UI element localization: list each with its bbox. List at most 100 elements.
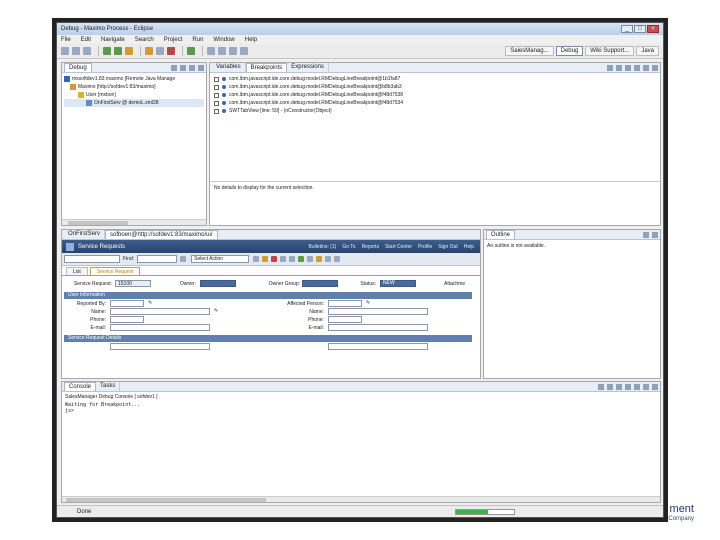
affected-name-field[interactable] [328,308,428,315]
service-request-field[interactable]: 15100 [115,280,151,287]
tree-item[interactable]: mxsoftdev1.83 maximo [Remote Java Manage [64,75,204,83]
clear-icon[interactable] [271,256,278,262]
console-output[interactable]: Waiting for Breakpoint... js> [62,402,660,414]
forward-icon[interactable] [240,47,248,55]
horizontal-scrollbar[interactable] [62,219,206,225]
show-supported-icon[interactable] [625,64,631,71]
breakpoint-checkbox[interactable] [214,108,219,114]
menu-help[interactable]: Help [245,37,257,43]
view-menu-icon[interactable] [652,64,658,71]
minimize-button[interactable]: _ [621,25,633,33]
link-reports[interactable]: Reports [362,244,380,250]
tab-onfirstserv[interactable]: OnFirstServ [64,230,106,239]
pin-console-icon[interactable] [634,383,640,390]
reporter-name-field[interactable] [110,308,210,315]
debug-run-icon[interactable] [103,47,111,55]
tab-list[interactable]: List [66,267,88,275]
details-field[interactable] [110,343,210,350]
perspective-debug[interactable]: Debug [555,46,584,56]
search-icon[interactable] [156,47,164,55]
remove-icon[interactable] [607,64,613,71]
tab-service-request[interactable]: Service Request [89,267,141,275]
step-over-icon[interactable] [198,64,204,71]
run-icon[interactable] [114,47,122,55]
edit-icon[interactable]: ✎ [214,308,218,314]
remove-launch-icon[interactable] [607,383,613,390]
go-to-file-icon[interactable] [634,64,640,71]
close-button[interactable]: × [647,25,659,33]
menu-window[interactable]: Window [213,37,234,43]
owner-field[interactable] [200,280,236,287]
select-action-dropdown[interactable]: Select Action [191,255,250,263]
attachments-label[interactable]: Attachme [444,281,476,287]
filter-icon[interactable] [334,256,341,262]
remove-all-icon[interactable] [616,64,622,71]
terminate-icon[interactable] [189,64,195,71]
link-sign-out[interactable]: Sign Out [438,244,457,250]
perspective-salesmanager[interactable]: SalesManag... [505,46,554,56]
menu-project[interactable]: Project [164,37,183,43]
save-record-icon[interactable] [262,256,269,262]
tab-browser[interactable]: sofboen@http://sofdev1:83/maximo/ui/ [105,230,218,239]
tree-item[interactable]: OnFirstServ @ demoL.xml28 [64,99,204,107]
reported-by-field[interactable] [110,300,144,307]
reporter-phone-field[interactable] [110,316,144,323]
open-type-icon[interactable] [145,47,153,55]
breakpoint-row[interactable]: com.ibm.javascript.ide.core.debug.model.… [210,99,660,107]
find-input[interactable] [137,255,178,263]
link-help[interactable]: Help [464,244,474,250]
console-scrollbar[interactable] [62,496,660,502]
perspective-wiki[interactable]: Wiki Support... [585,46,635,56]
menu-run[interactable]: Run [192,37,203,43]
tab-tasks[interactable]: Tasks [96,382,121,391]
perspective-java[interactable]: Java [636,46,659,56]
menu-file[interactable]: File [61,37,71,43]
details-field[interactable] [328,343,428,350]
previous-record-icon[interactable] [280,256,287,262]
lookup-icon[interactable]: ✎ [366,300,370,306]
resume-icon[interactable] [171,64,177,71]
breakpoint-checkbox[interactable] [214,92,219,98]
lookup-icon[interactable]: ✎ [148,300,152,306]
breakpoint-row[interactable]: SWTTabView [line: 59] - (nConstructor(Ob… [210,107,660,115]
open-console-icon[interactable] [652,383,658,390]
affected-phone-field[interactable] [328,316,362,323]
reporter-email-field[interactable] [110,324,210,331]
route-workflow-icon[interactable] [298,256,305,262]
suspend-icon[interactable] [180,64,186,71]
save-icon[interactable] [72,47,80,55]
tab-console[interactable]: Console [64,382,97,391]
status-field[interactable]: NEW [380,280,416,287]
link-bulletins[interactable]: Bulletins: (1) [309,244,337,250]
breakpoint-checkbox[interactable] [214,100,219,106]
breakpoint-row[interactable]: com.ibm.javascript.ide.core.debug.model.… [210,91,660,99]
menu-search[interactable]: Search [135,37,154,43]
new-icon[interactable] [61,47,69,55]
display-console-icon[interactable] [643,383,649,390]
scroll-lock-icon[interactable] [625,383,631,390]
browser-icon[interactable] [187,47,195,55]
link-start-center[interactable]: Start Center [385,244,412,250]
breakpoint-checkbox[interactable] [214,76,219,82]
external-tools-icon[interactable] [125,47,133,55]
scroll-thumb[interactable] [66,498,266,502]
tab-breakpoints[interactable]: Breakpoints [245,63,288,72]
maximize-view-icon[interactable] [652,231,658,238]
link-goto[interactable]: Go To [342,244,355,250]
menu-edit[interactable]: Edit [81,37,91,43]
link-profile[interactable]: Profile [418,244,432,250]
create-wo-icon[interactable] [316,256,323,262]
terminate-console-icon[interactable] [598,383,604,390]
prev-annotation-icon[interactable] [218,47,226,55]
tab-expressions[interactable]: Expressions [287,63,329,72]
bulletin-icon[interactable] [307,256,314,262]
minimize-view-icon[interactable] [643,231,649,238]
affected-person-field[interactable] [328,300,362,307]
owner-group-field[interactable] [302,280,338,287]
edit-icon[interactable] [167,47,175,55]
next-annotation-icon[interactable] [207,47,215,55]
affected-email-field[interactable] [328,324,428,331]
tab-variables[interactable]: Variables [212,63,246,72]
view-history-icon[interactable] [325,256,332,262]
back-icon[interactable] [229,47,237,55]
